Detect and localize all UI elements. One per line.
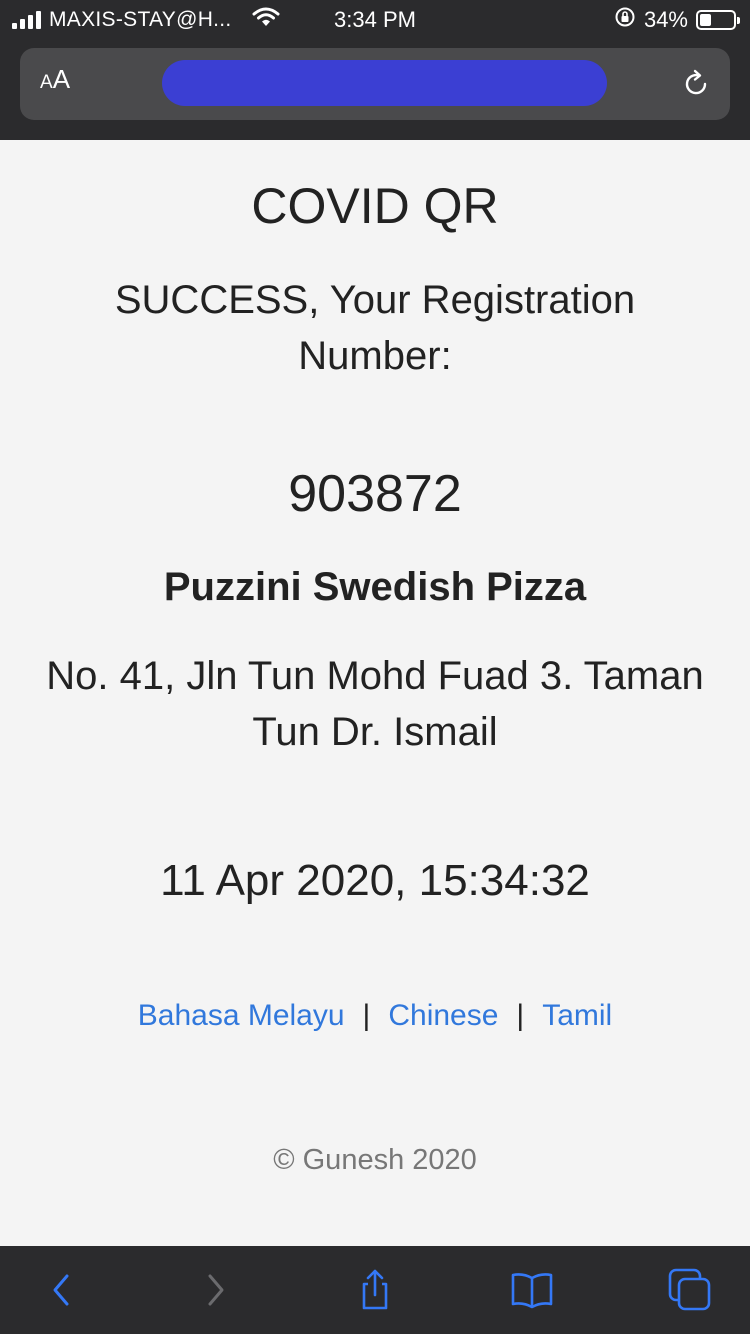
separator: | [516,999,525,1032]
registration-datetime: 11 Apr 2020, 15:34:32 [160,856,590,905]
language-link-tamil[interactable]: Tamil [542,999,612,1032]
text-size-button[interactable]: AA [40,64,70,95]
status-left: MAXIS-STAY@H... [12,0,280,40]
battery-level [700,14,711,26]
separator: | [362,999,371,1032]
battery-percent: 34% [643,7,688,32]
status-bar: MAXIS-STAY@H... 3:34 PM 34% [0,0,750,40]
browser-toolbar [0,1246,750,1334]
language-link-chinese[interactable]: Chinese [388,999,498,1032]
forward-icon[interactable] [192,1266,240,1314]
reload-icon[interactable] [680,68,712,105]
success-message: SUCCESS, Your Registration Number: [114,278,636,378]
language-links: Bahasa Melayu | Chinese | Tamil [0,996,750,1036]
signal-icon [12,11,41,29]
address-bar[interactable]: AA [20,48,730,120]
status-right: 34% [614,0,740,40]
page-title: COVID QR [251,178,499,234]
battery-icon [696,10,740,30]
language-link-bahasa-melayu[interactable]: Bahasa Melayu [138,999,345,1032]
carrier-name: MAXIS-STAY@H... [49,8,232,31]
footer-copyright: © Gunesh 2020 [273,1144,477,1176]
wifi-icon [252,7,280,33]
browser-chrome: AA [0,40,750,140]
page-content: COVID QR SUCCESS, Your Registration Numb… [0,140,750,1246]
place-address: No. 41, Jln Tun Mohd Fuad 3. Taman Tun D… [46,654,704,754]
registration-number: 903872 [288,465,462,523]
bookmarks-icon[interactable] [508,1266,556,1314]
share-icon[interactable] [351,1266,399,1314]
back-icon[interactable] [37,1266,85,1314]
orientation-lock-icon [614,6,636,34]
place-name: Puzzini Swedish Pizza [163,565,587,609]
tabs-icon[interactable] [666,1266,714,1314]
url-redacted[interactable] [162,60,607,106]
